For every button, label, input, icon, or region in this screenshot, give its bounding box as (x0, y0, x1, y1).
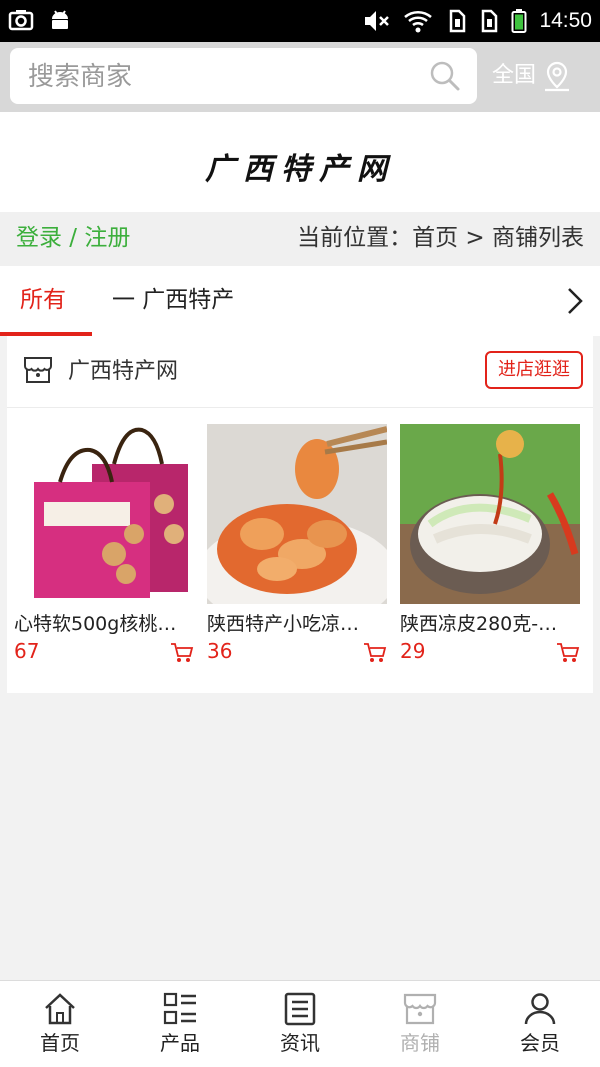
nav-shops-label: 商铺 (400, 1031, 440, 1055)
store-header: 广西特产网 进店逛逛 (7, 336, 593, 408)
android-icon (52, 10, 68, 29)
mute-icon (365, 11, 390, 31)
nav-home-label: 首页 (40, 1031, 80, 1055)
product-title[interactable]: 心特软500g核桃… (14, 612, 194, 636)
chevron-right-icon[interactable] (564, 286, 586, 316)
tab-all[interactable]: 所有 (0, 266, 92, 336)
search-icon[interactable] (429, 60, 461, 92)
nav-member[interactable]: 会员 (480, 981, 600, 1067)
grid-list-icon (163, 992, 196, 1025)
store-card: 广西特产网 进店逛逛 心特软500g核桃… 67 陕西特产小吃凉… 36 陕西凉… (7, 336, 593, 693)
nav-news-label: 资讯 (280, 1031, 320, 1055)
search-placeholder: 搜索商家 (28, 62, 133, 92)
shop-icon (403, 993, 437, 1025)
product-price: 67 (14, 639, 40, 663)
product-price: 36 (207, 639, 233, 663)
cart-icon[interactable] (363, 642, 387, 664)
cart-icon[interactable] (170, 642, 194, 664)
user-icon (524, 993, 556, 1025)
cart-icon[interactable] (556, 642, 580, 664)
news-icon (284, 992, 316, 1026)
bottom-nav: 首页 产品 资讯 商铺 会员 (0, 980, 600, 1067)
battery-icon (511, 9, 527, 33)
screenshot-icon (8, 10, 34, 31)
nav-member-label: 会员 (520, 1031, 560, 1055)
nav-shops[interactable]: 商铺 (360, 981, 480, 1067)
tab-all-label: 所有 (20, 287, 66, 313)
home-icon (45, 993, 75, 1025)
category-tabs: 所有 一 广西特产 (0, 266, 600, 336)
site-logo-banner: 广西特产网 (0, 112, 600, 212)
product-image[interactable] (14, 424, 194, 604)
store-icon (24, 357, 52, 383)
product-image[interactable] (207, 424, 387, 604)
sim1-icon (450, 9, 466, 33)
store-name: 广西特产网 (68, 359, 179, 384)
wifi-icon (404, 10, 433, 33)
tab-guangxi-specialty[interactable]: 一 广西特产 (112, 286, 234, 314)
status-bar: 14:50 (0, 0, 600, 42)
clock: 14:50 (539, 9, 592, 32)
breadcrumb: 当前位置：首页 > 商铺列表 (297, 225, 584, 251)
visit-store-button[interactable]: 进店逛逛 (485, 351, 583, 389)
nav-products-label: 产品 (160, 1031, 200, 1055)
product-title[interactable]: 陕西特产小吃凉… (207, 612, 387, 636)
nav-home[interactable]: 首页 (0, 981, 120, 1067)
product-price: 29 (400, 639, 426, 663)
product-image[interactable] (400, 424, 580, 604)
breadcrumb-bar: 登录 / 注册 当前位置：首页 > 商铺列表 (0, 212, 600, 266)
product-title[interactable]: 陕西凉皮280克-… (400, 612, 580, 636)
location-icon (545, 61, 570, 92)
sim2-icon (482, 9, 498, 33)
region-label: 全国 (492, 63, 537, 88)
login-register-link[interactable]: 登录 / 注册 (16, 224, 130, 252)
nav-news[interactable]: 资讯 (240, 981, 360, 1067)
search-header: 搜索商家 全国 (0, 42, 600, 112)
site-logo: 广西特产网 (205, 152, 395, 187)
nav-products[interactable]: 产品 (120, 981, 240, 1067)
region-selector[interactable]: 全国 (492, 60, 572, 92)
search-input[interactable]: 搜索商家 (10, 48, 477, 104)
